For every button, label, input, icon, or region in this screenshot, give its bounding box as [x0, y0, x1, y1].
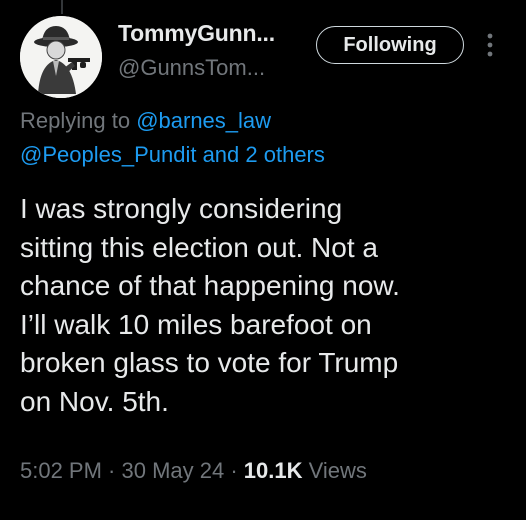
views-count[interactable]: 10.1K — [244, 458, 303, 483]
tweet-text-line: chance of that happening now. — [20, 270, 400, 301]
avatar[interactable] — [20, 16, 102, 98]
tweet-date[interactable]: 30 May 24 — [122, 458, 225, 483]
tweet-text-line: on Nov. 5th. — [20, 385, 169, 417]
reply-context-line-1: Replying to @barnes_law — [20, 104, 325, 138]
tweet-text: I was strongly considering sitting this … — [20, 190, 516, 421]
tweet-text-line: broken glass to vote for Trump — [20, 347, 399, 378]
tweet-text-line: I was strongly considering — [20, 193, 343, 224]
reply-context-line-2: @Peoples_Pundit and 2 others — [20, 138, 325, 172]
tweet-metadata: 5:02 PM · 30 May 24 · 10.1K Views — [20, 458, 367, 484]
author-display-name[interactable]: TommyGunn... — [118, 20, 275, 47]
reply-prefix: Replying to — [20, 108, 137, 133]
reply-context: Replying to @barnes_law @Peoples_Pundit … — [20, 104, 325, 172]
more-options-icon — [487, 33, 493, 57]
reply-joiner: and — [196, 142, 246, 167]
author-handle[interactable]: @GunnsTom... — [118, 55, 265, 81]
mention-link[interactable]: @Peoples_Pundit — [20, 142, 196, 167]
views-label: Views — [302, 458, 367, 483]
more-options-button[interactable] — [478, 28, 502, 62]
others-link[interactable]: 2 others — [245, 142, 325, 167]
tweet-text-line: sitting this election out. Not a — [20, 231, 378, 263]
tweet-text-line: I’ll walk 10 miles barefoot on — [20, 308, 372, 340]
thread-connector-line — [61, 0, 63, 14]
tweet-time[interactable]: 5:02 PM — [20, 458, 102, 483]
mention-link[interactable]: @barnes_law — [136, 108, 271, 133]
meta-separator: · — [101, 458, 122, 483]
gangster-avatar-icon — [20, 16, 102, 98]
following-button[interactable]: Following — [316, 26, 464, 64]
meta-separator: · — [224, 458, 244, 483]
